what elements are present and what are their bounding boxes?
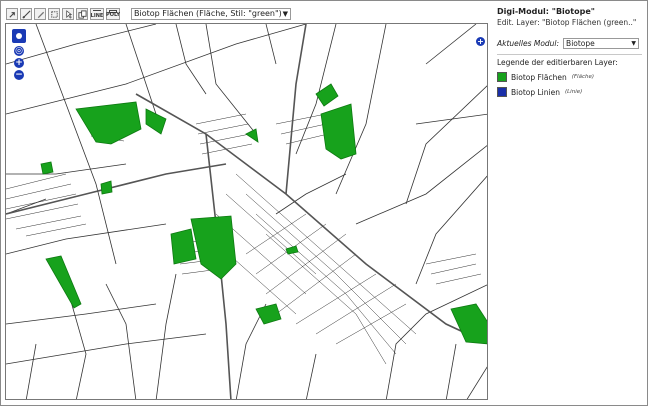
roads	[6, 24, 487, 399]
zoom-extent-button[interactable]: ◎	[14, 46, 24, 56]
pan-control[interactable]	[12, 29, 26, 43]
pointer-icon	[65, 9, 72, 19]
pan-center-icon	[16, 33, 22, 39]
move-vertex-icon	[50, 10, 58, 18]
edit-layer-info: Edit. Layer: "Biotop Flächen (green.."	[497, 18, 637, 27]
layer-switcher-button[interactable]: +	[476, 37, 485, 46]
legend-name: Biotop Linien	[511, 87, 560, 97]
side-panel: Digi-Modul: "Biotope" Edit. Layer: "Biot…	[497, 7, 642, 97]
module-row: Aktuelles Modul: Biotope ▼	[497, 38, 642, 49]
chevron-down-icon: ▼	[631, 40, 637, 47]
residential-blocks	[6, 108, 482, 365]
move-vertex-button[interactable]	[48, 8, 60, 20]
line-tool-label: LINE	[90, 12, 104, 19]
plus-icon: +	[477, 37, 484, 46]
pointer-button[interactable]	[62, 8, 74, 20]
layer-select-value: Biotop Flächen (Fläche, Stil: "green")	[134, 9, 282, 18]
edit-line-button[interactable]	[20, 8, 32, 20]
line-tool-button[interactable]: LINE	[90, 8, 104, 20]
legend-title: Legende der editierbaren Layer:	[497, 58, 618, 67]
legend-type: (Linie)	[564, 89, 583, 95]
legend-item-biotop-linien[interactable]: Biotop Linien (Linie)	[497, 87, 642, 97]
zoom-in-button[interactable]: +	[14, 58, 24, 68]
legend-name: Biotop Flächen	[511, 72, 567, 82]
module-select[interactable]: Biotope ▼	[563, 38, 640, 49]
toolbar: LINE POLY	[6, 7, 122, 21]
edit-pencil-button[interactable]	[34, 8, 46, 20]
polygon-tool-label: POLY	[106, 12, 120, 18]
edit-pencil-icon	[37, 11, 44, 18]
legend-swatch-green	[497, 72, 507, 82]
legend-swatch-blue	[497, 87, 507, 97]
legend-type: (Fläche)	[571, 74, 594, 80]
copy-button[interactable]	[76, 8, 88, 20]
parcel-lines	[6, 24, 487, 399]
zoom-out-button[interactable]: −	[14, 70, 24, 80]
chevron-down-icon: ▼	[282, 10, 288, 18]
module-label: Aktuelles Modul:	[497, 39, 560, 48]
copy-icon	[77, 9, 87, 19]
polygon-tool-button[interactable]: POLY	[106, 8, 120, 20]
globe-icon: ◎	[15, 46, 23, 56]
map-view[interactable]: ◎ + − +	[5, 23, 488, 400]
layer-select[interactable]: Biotop Flächen (Fläche, Stil: "green") ▼	[131, 8, 291, 20]
zoom-out-label: −	[15, 70, 23, 80]
select-arrow-button[interactable]	[6, 8, 18, 20]
module-select-value: Biotope	[566, 39, 595, 48]
panel-title: Digi-Modul: "Biotope"	[497, 7, 595, 16]
divider	[497, 54, 642, 55]
legend-item-biotop-flaechen[interactable]: Biotop Flächen (Fläche)	[497, 72, 642, 82]
map-canvas	[6, 24, 487, 399]
edit-line-icon	[22, 10, 30, 18]
zoom-in-label: +	[15, 58, 23, 68]
select-arrow-icon	[8, 11, 15, 18]
